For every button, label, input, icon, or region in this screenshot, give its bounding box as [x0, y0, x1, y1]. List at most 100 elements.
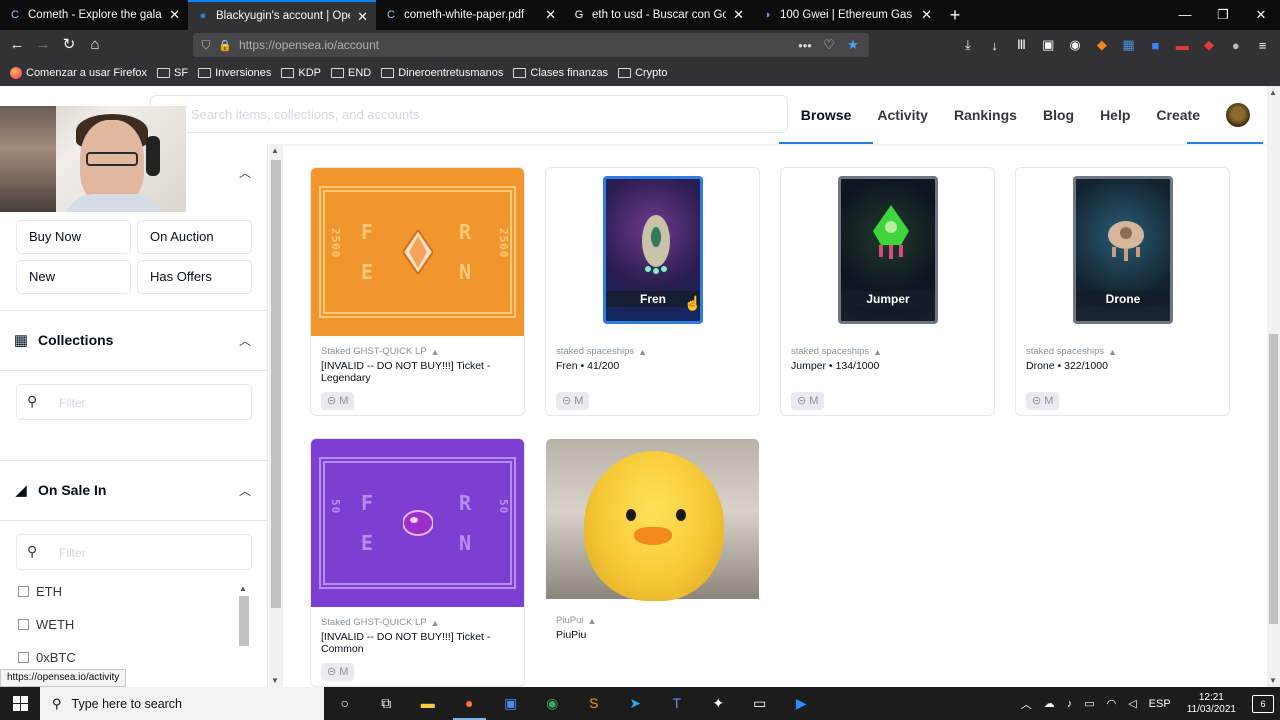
- link-chip[interactable]: ⊝ M: [791, 392, 825, 410]
- close-window-icon[interactable]: ✕: [1242, 0, 1280, 30]
- nav-help[interactable]: Help: [1100, 86, 1130, 144]
- file-explorer-icon[interactable]: ▬: [407, 687, 449, 720]
- scroll-up-icon[interactable]: ▲: [271, 146, 279, 155]
- screenshot-icon[interactable]: ⤓: [954, 37, 981, 53]
- windows-start-button[interactable]: [0, 687, 40, 720]
- browser-tab-opensea[interactable]: ● Blackyugin's account | OpenSea ✕: [188, 0, 376, 30]
- home-icon[interactable]: ⌂: [82, 32, 108, 58]
- bookmark-star-icon[interactable]: ★: [841, 37, 865, 53]
- bookmark-folder-dinero[interactable]: Dineroentretusmanos: [381, 67, 503, 79]
- shield-icon[interactable]: ⛉: [195, 38, 217, 53]
- asset-card[interactable]: PiuPui ▲ PiuPiu: [545, 438, 760, 687]
- link-chip[interactable]: ⊝ M: [321, 663, 355, 681]
- scroll-down-icon[interactable]: ▼: [271, 676, 279, 685]
- status-buy-now-button[interactable]: Buy Now: [16, 220, 131, 254]
- asset-image[interactable]: [546, 439, 759, 603]
- sublime-taskbar-icon[interactable]: S: [573, 687, 615, 720]
- tray-overflow-icon[interactable]: ︿: [1021, 696, 1032, 712]
- asset-image[interactable]: Fren: [546, 168, 759, 336]
- status-has-offers-button[interactable]: Has Offers: [137, 260, 252, 294]
- taskbar-search-input[interactable]: ⚲ Type here to search: [40, 687, 324, 720]
- account-icon[interactable]: ◉: [1062, 37, 1089, 53]
- close-tab-icon[interactable]: ✕: [921, 7, 932, 23]
- checkbox[interactable]: [18, 652, 29, 663]
- asset-image[interactable]: 2500 2500 F R E N: [311, 168, 524, 336]
- collection-name[interactable]: staked spaceships: [1026, 346, 1104, 357]
- onedrive-icon[interactable]: ☁: [1044, 697, 1055, 710]
- extension-blue-icon[interactable]: ■: [1142, 38, 1169, 53]
- extension-red-icon[interactable]: ▬: [1169, 38, 1196, 53]
- currency-eth-checkbox[interactable]: ETH: [18, 584, 62, 599]
- scrollbar-thumb[interactable]: [1269, 334, 1278, 624]
- cortana-icon[interactable]: ○: [324, 687, 366, 720]
- avatar[interactable]: [1226, 103, 1250, 127]
- bookmark-folder-end[interactable]: END: [331, 67, 371, 79]
- forward-icon[interactable]: →: [30, 32, 56, 58]
- collection-name[interactable]: PiuPui: [556, 615, 583, 626]
- browser-tab-cometh[interactable]: C Cometh - Explore the galaxy to ✕: [0, 0, 188, 30]
- nav-create[interactable]: Create: [1156, 86, 1200, 144]
- collections-filter-input[interactable]: ⚲ Filter: [16, 384, 252, 420]
- reload-icon[interactable]: ↻: [56, 32, 82, 58]
- link-chip[interactable]: ⊝ M: [556, 392, 590, 410]
- library-icon[interactable]: Ⅲ: [1008, 37, 1035, 53]
- asset-name[interactable]: [INVALID -- DO NOT BUY!!!] Ticket - Comm…: [321, 631, 514, 655]
- scrollbar-thumb[interactable]: [271, 160, 281, 608]
- page-actions-icon[interactable]: •••: [793, 38, 817, 53]
- link-chip[interactable]: ⊝ M: [1026, 392, 1060, 410]
- browser-tab-google[interactable]: G eth to usd - Buscar con Google ✕: [564, 0, 752, 30]
- back-icon[interactable]: ←: [4, 32, 30, 58]
- zoom-taskbar-icon[interactable]: ▶: [781, 687, 823, 720]
- volume-icon[interactable]: ◁: [1128, 697, 1136, 710]
- address-bar[interactable]: ⛉ 🔒 https://opensea.io/account ••• ♡ ★: [193, 33, 869, 57]
- collection-name[interactable]: Staked GHST-QUICK LP: [321, 346, 427, 357]
- language-indicator[interactable]: ESP: [1149, 698, 1171, 710]
- asset-name[interactable]: Drone • 322/1000: [1026, 360, 1219, 372]
- checkbox[interactable]: [18, 619, 29, 630]
- scroll-down-icon[interactable]: ▼: [1269, 676, 1277, 685]
- nav-blog[interactable]: Blog: [1043, 86, 1074, 144]
- onsale-filter-input[interactable]: ⚲ Filter: [16, 534, 252, 570]
- scrollbar-thumb[interactable]: [239, 596, 249, 646]
- asset-card[interactable]: Drone staked spaceships ▲ Drone • 322/100…: [1015, 167, 1230, 416]
- nav-browse[interactable]: Browse: [778, 86, 873, 144]
- collections-collapse-chevron-icon[interactable]: ︿: [239, 332, 251, 349]
- battery-icon[interactable]: ▭: [1084, 697, 1094, 710]
- page-scrollbar[interactable]: ▲ ▼: [1267, 86, 1280, 687]
- telegram-taskbar-icon[interactable]: ➤: [615, 687, 657, 720]
- close-tab-icon[interactable]: ✕: [545, 7, 556, 23]
- bookmark-folder-clases[interactable]: Clases finanzas: [513, 67, 608, 79]
- status-on-auction-button[interactable]: On Auction: [137, 220, 252, 254]
- asset-name[interactable]: [INVALID -- DO NOT BUY!!!] Ticket - Lege…: [321, 360, 514, 384]
- sidebar-scrollbar[interactable]: ▲ ▼: [269, 144, 283, 687]
- bookmark-folder-kdp[interactable]: KDP: [281, 67, 321, 79]
- asset-name[interactable]: Jumper • 134/1000: [791, 360, 984, 372]
- bookmark-firefox[interactable]: Comenzar a usar Firefox: [10, 67, 147, 79]
- asset-card[interactable]: Jumper staked spaceships ▲ Jumper • 134/1…: [780, 167, 995, 416]
- browser-tab-gas-tracker[interactable]: ◑ 100 Gwei | Ethereum Gas Track ✕: [752, 0, 940, 30]
- status-new-button[interactable]: New: [16, 260, 131, 294]
- wifi-icon[interactable]: ◠: [1107, 697, 1117, 710]
- downloads-icon[interactable]: ↓: [981, 38, 1008, 53]
- pocket-icon[interactable]: ♡: [817, 37, 841, 53]
- app-gear-taskbar-icon[interactable]: ✦: [698, 687, 740, 720]
- taskbar-clock[interactable]: 12:21 11/03/2021: [1187, 692, 1236, 716]
- lock-icon[interactable]: 🔒: [217, 39, 233, 52]
- extension-diamond-icon[interactable]: ◆: [1196, 37, 1223, 53]
- restore-icon[interactable]: ❐: [1204, 0, 1242, 30]
- asset-image[interactable]: Jumper: [781, 168, 994, 336]
- scroll-up-icon[interactable]: ▲: [239, 584, 247, 593]
- link-chip[interactable]: ⊝ M: [321, 392, 355, 410]
- collection-name[interactable]: staked spaceships: [791, 346, 869, 357]
- menu-icon[interactable]: ≡: [1249, 38, 1276, 53]
- bookmark-folder-sf[interactable]: SF: [157, 67, 188, 79]
- microphone-icon[interactable]: ♪: [1067, 698, 1073, 710]
- asset-image[interactable]: 50 50 F R E N: [311, 439, 524, 607]
- minimize-icon[interactable]: —: [1166, 0, 1204, 30]
- close-tab-icon[interactable]: ✕: [357, 9, 368, 25]
- checkbox[interactable]: [18, 586, 29, 597]
- metamask-extension-icon[interactable]: ◆: [1088, 37, 1115, 53]
- currency-weth-checkbox[interactable]: WETH: [18, 617, 74, 632]
- profile-icon[interactable]: ●: [1222, 38, 1249, 53]
- scroll-up-icon[interactable]: ▲: [1269, 88, 1277, 97]
